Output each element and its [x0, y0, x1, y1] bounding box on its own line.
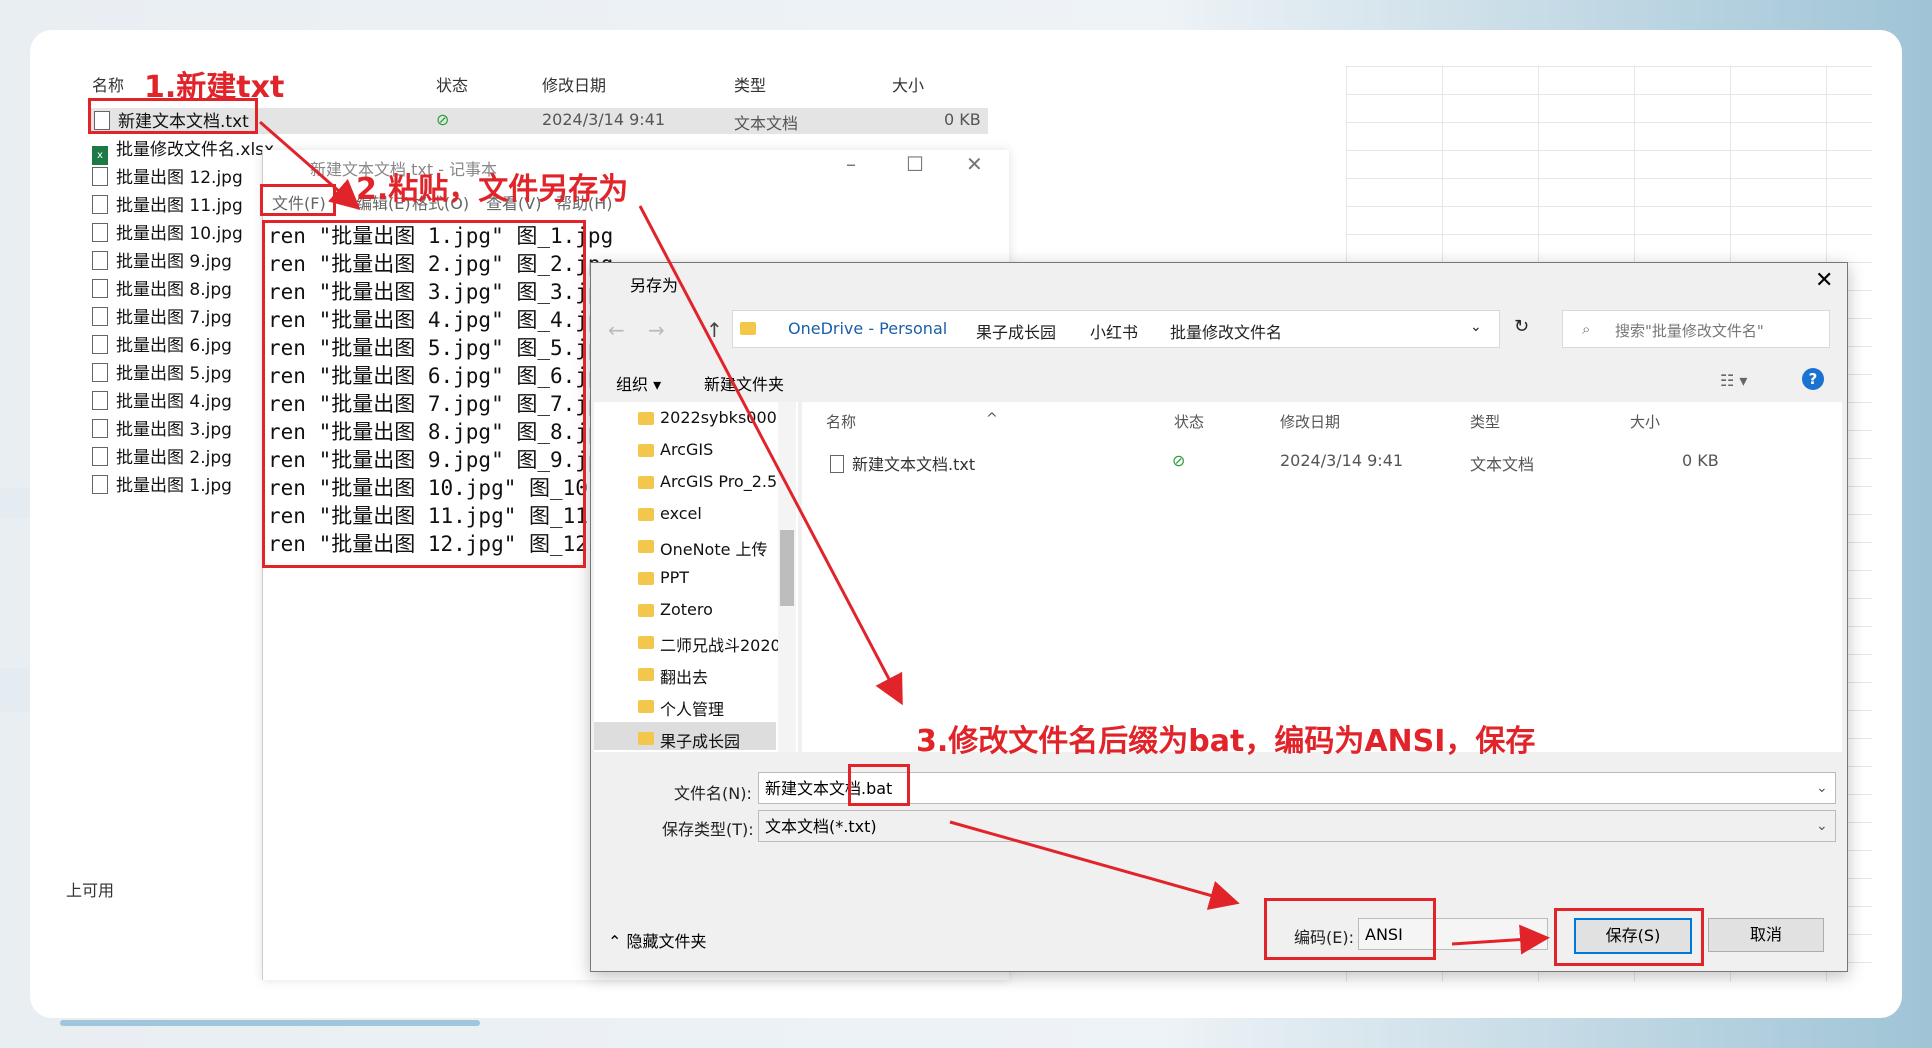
arrow-to-encoding	[949, 820, 1240, 910]
arrow-to-save	[1451, 924, 1550, 955]
annotation-arrows	[259, 120, 1550, 955]
arrow-step1-to-step2	[259, 120, 361, 210]
arrow-step2-to-step3	[638, 205, 903, 706]
